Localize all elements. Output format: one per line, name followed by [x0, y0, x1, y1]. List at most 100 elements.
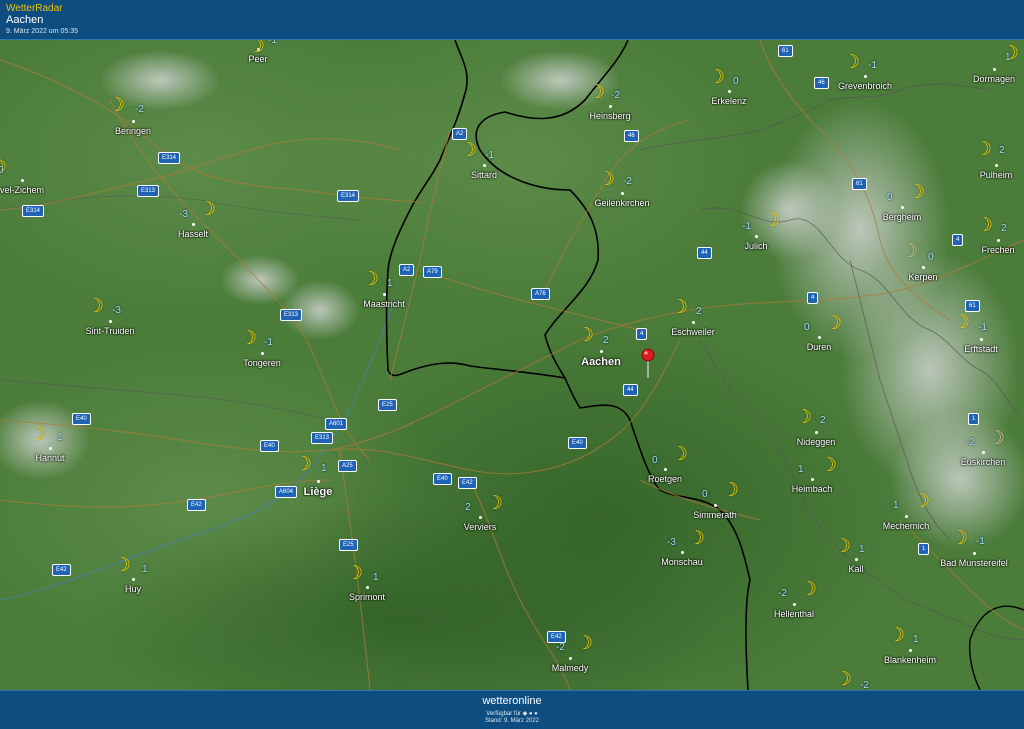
- road-badge: E40: [433, 473, 452, 485]
- city-dot: [132, 578, 135, 581]
- crescent-moon-icon: ☽: [588, 82, 606, 103]
- app-footer: wetteronline Verfügbar für ◆ ● ● Stand: …: [0, 690, 1024, 729]
- city-dot: [383, 293, 386, 296]
- city-label[interactable]: Sprimont: [349, 592, 385, 602]
- road-badge: 61: [852, 178, 867, 190]
- city-label[interactable]: Nideggen: [797, 437, 836, 447]
- city-label[interactable]: Grevenbroich: [838, 81, 892, 91]
- location-title[interactable]: Aachen: [6, 14, 43, 26]
- city-label[interactable]: Bergheim: [883, 212, 922, 222]
- city-label[interactable]: Pulheim: [980, 170, 1013, 180]
- temperature-label: 1: [57, 432, 63, 443]
- city-label[interactable]: Liège: [304, 486, 333, 498]
- crescent-moon-icon: ☽: [975, 139, 993, 160]
- city-dot: [818, 336, 821, 339]
- city-dot: [864, 75, 867, 78]
- city-label[interactable]: Bad Munstereifel: [940, 558, 1008, 568]
- stand-text: Stand: 9. März 2022: [484, 718, 540, 724]
- temperature-label: -2: [860, 680, 869, 690]
- crescent-moon-icon: ☽: [486, 493, 504, 514]
- city-label[interactable]: Kall: [848, 564, 863, 574]
- city-label[interactable]: vel-Zichem: [0, 185, 44, 195]
- city-label[interactable]: Roetgen: [648, 474, 682, 484]
- city-dot: [855, 558, 858, 561]
- city-dot: [993, 68, 996, 71]
- road-badge: E314: [337, 190, 360, 202]
- city-label[interactable]: Malmedy: [552, 663, 589, 673]
- road-badge: 4: [636, 328, 648, 340]
- temperature-label: 1: [321, 463, 327, 474]
- temperature-label: 1: [859, 544, 865, 555]
- temperature-label: -3: [112, 305, 121, 316]
- brand-logo[interactable]: wetteronline: [0, 695, 1024, 707]
- city-label[interactable]: Blankenheim: [884, 655, 936, 665]
- temperature-label: 0: [702, 489, 708, 500]
- city-label[interactable]: Sittard: [471, 170, 497, 180]
- city-label[interactable]: Tongeren: [243, 358, 281, 368]
- map-pin-icon[interactable]: [638, 348, 658, 378]
- city-label[interactable]: Sint-Truiden: [86, 326, 135, 336]
- city-label[interactable]: Heinsberg: [589, 111, 630, 121]
- temperature-label: 1: [1005, 52, 1011, 63]
- temperature-label: -3: [667, 537, 676, 548]
- city-label[interactable]: Erftstadt: [964, 344, 998, 354]
- road-badge: A79: [423, 266, 442, 278]
- city-label[interactable]: Frechen: [981, 245, 1014, 255]
- temperature-label: 0: [733, 76, 739, 87]
- road-badge: 44: [697, 247, 712, 259]
- road-badge: E40: [72, 413, 91, 425]
- crescent-moon-icon: ☽: [87, 296, 105, 317]
- city-dot: [909, 649, 912, 652]
- crescent-moon-icon: ☽: [199, 199, 217, 220]
- city-label[interactable]: Hellenthal: [774, 609, 814, 619]
- temperature-label: 2: [603, 335, 609, 346]
- crescent-moon-icon: ☽: [577, 325, 595, 346]
- city-dot: [714, 504, 717, 507]
- city-dot: [317, 480, 320, 483]
- road-badge: 61: [965, 300, 980, 312]
- city-label[interactable]: Mechernich: [883, 521, 930, 531]
- city-dot: [109, 320, 112, 323]
- temperature-label: -2: [135, 104, 144, 115]
- city-dot: [621, 192, 624, 195]
- city-label[interactable]: Maastricht: [363, 299, 405, 309]
- crescent-moon-icon: ☽: [825, 313, 843, 334]
- road-badge: 46: [814, 77, 829, 89]
- city-label[interactable]: Hasselt: [178, 229, 208, 239]
- crescent-moon-icon: ☽: [671, 297, 689, 318]
- temperature-label: 1: [913, 634, 919, 645]
- temperature-label: 1: [142, 564, 148, 575]
- temperature-label: -1: [485, 150, 494, 161]
- city-label[interactable]: Euskirchen: [961, 457, 1006, 467]
- city-label[interactable]: Heimbach: [792, 484, 833, 494]
- temperature-label: 2: [999, 145, 1005, 156]
- city-dot: [922, 266, 925, 269]
- city-label[interactable]: Dormagen: [973, 74, 1015, 84]
- city-label[interactable]: Julich: [744, 241, 767, 251]
- city-label[interactable]: Aachen: [581, 356, 621, 368]
- road-badge: E314: [22, 205, 45, 217]
- temperature-label: -1: [264, 337, 273, 348]
- city-label[interactable]: Geilenkirchen: [594, 198, 649, 208]
- road-badge: E25: [339, 539, 358, 551]
- city-label[interactable]: Monschau: [661, 557, 703, 567]
- road-badge: 4: [952, 234, 964, 246]
- weather-map[interactable]: Peer ☽ -1 Beringen ☽ -2 Heinsberg ☽ -2 Erkelenz ☽ 0…: [0, 40, 1024, 690]
- city-label[interactable]: Kerpen: [908, 272, 937, 282]
- crescent-moon-icon: ☽: [835, 669, 853, 690]
- city-label[interactable]: Huy: [125, 584, 141, 594]
- city-label[interactable]: Eschweiler: [671, 327, 715, 337]
- city-dot: [793, 603, 796, 606]
- crescent-moon-icon: ☽: [248, 40, 266, 57]
- city-label[interactable]: Verviers: [464, 522, 497, 532]
- city-label[interactable]: Simmerath: [693, 510, 737, 520]
- crescent-moon-icon: ☽: [976, 215, 994, 236]
- city-label[interactable]: Erkelenz: [711, 96, 746, 106]
- road-badge: E42: [187, 499, 206, 511]
- city-dot: [728, 90, 731, 93]
- city-dot: [815, 431, 818, 434]
- city-label[interactable]: Beringen: [115, 126, 151, 136]
- city-label[interactable]: Hannut: [35, 453, 64, 463]
- temperature-label: -3: [179, 209, 188, 220]
- city-label[interactable]: Duren: [807, 342, 832, 352]
